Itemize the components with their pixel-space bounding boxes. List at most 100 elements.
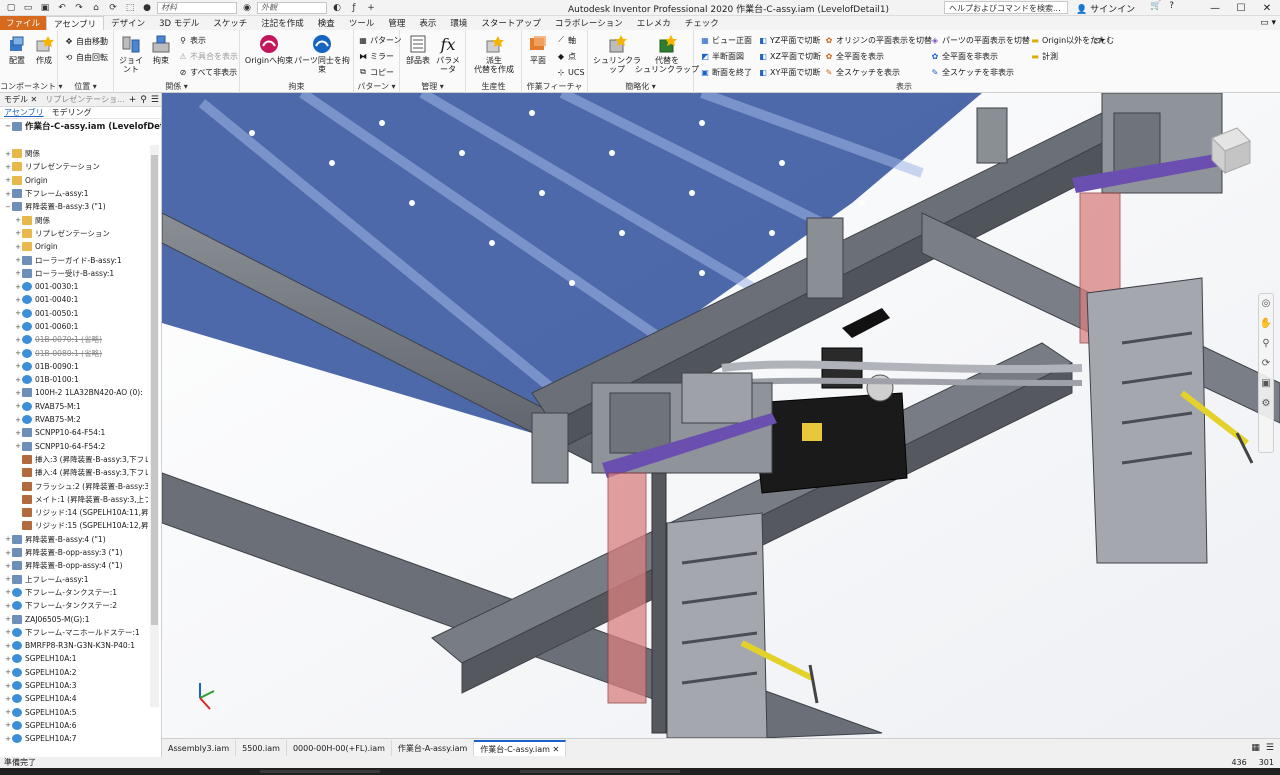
appearance-select[interactable]: 外観 (257, 1, 327, 14)
pan-icon[interactable]: ✋ (1259, 314, 1273, 334)
tree-item[interactable]: 挿入:3 (昇降装置-B-assy:3,下フレ (0, 453, 148, 466)
cart-icon[interactable]: 🛒 (1150, 1, 1161, 11)
tree-item[interactable]: + 下フレーム-assy:1 (0, 187, 148, 200)
minimize-button[interactable]: — (1202, 0, 1228, 16)
tree-item[interactable]: + 関係 (0, 147, 148, 160)
subtab-assembly[interactable]: アセンブリ (0, 107, 48, 118)
place-button[interactable]: 配置 (2, 34, 32, 65)
expand-icon[interactable]: + (4, 588, 12, 596)
expand-icon[interactable]: + (14, 376, 22, 384)
open-file-icon[interactable]: ▭ (21, 2, 35, 14)
scrollbar-thumb[interactable] (151, 155, 158, 625)
ribbon-options-button[interactable]: ⊙▾ (1094, 34, 1105, 46)
substitute-shrinkwrap-button[interactable]: 代替を シュリンクラップ (635, 34, 699, 74)
fx-icon[interactable]: ƒ (347, 2, 361, 14)
tree-item[interactable]: + SGPELH10A:7 (0, 732, 148, 745)
expand-icon[interactable]: + (14, 349, 22, 357)
tab-check[interactable]: チェック (678, 16, 726, 30)
tab-sketch[interactable]: スケッチ (206, 16, 254, 30)
yz-cut-button[interactable]: ◧ YZ平面で切断 (758, 34, 820, 46)
parameter-button[interactable]: fx パラメータ (433, 34, 463, 74)
bom-button[interactable]: 部品表 (403, 34, 433, 65)
expand-icon[interactable]: + (4, 163, 12, 171)
tree-item[interactable]: + RVAB75-M:2 (0, 413, 148, 426)
joint-button[interactable]: ジョイント (116, 34, 146, 74)
collapse-icon[interactable]: − (4, 203, 12, 211)
tree-item[interactable]: + リプレゼンテーション (0, 160, 148, 173)
tile-icon[interactable]: ▦ (1251, 743, 1260, 753)
tree-root[interactable]: − 作業台-C-assy.iam (LevelofDetai (0, 119, 161, 133)
tab-annotate[interactable]: 注記を作成 (254, 16, 311, 30)
expand-icon[interactable]: + (4, 190, 12, 198)
expand-icon[interactable]: + (4, 549, 12, 557)
color-icon[interactable]: ● (140, 2, 154, 14)
tree-item[interactable]: リジッド:14 (SGPELH10A:11,昇降装 (0, 506, 148, 519)
create-button[interactable]: 作成 (29, 34, 59, 65)
tree-item[interactable]: + 上フレーム-assy:1 (0, 573, 148, 586)
expand-icon[interactable]: + (4, 642, 12, 650)
zoom-icon[interactable]: ⚲ (1259, 334, 1273, 354)
tree-item[interactable]: + SCNPP10-64-F54:2 (0, 440, 148, 453)
update-icon[interactable]: ⟳ (106, 2, 120, 14)
tree-item[interactable]: 挿入:4 (昇降装置-B-assy:3,下フレ (0, 466, 148, 479)
tab-collaboration[interactable]: コラボレーション (548, 16, 630, 30)
tree-item[interactable]: + Origin (0, 174, 148, 187)
tab-view[interactable]: 表示 (412, 16, 443, 30)
constrain-button[interactable]: 拘束 (146, 34, 176, 65)
tree-item[interactable]: + 昇降装置-B-opp-assy:3 ("1) (0, 546, 148, 559)
menu-icon[interactable]: ☰ (151, 95, 159, 105)
close-icon[interactable]: ✕ (31, 95, 38, 104)
help-search-input[interactable]: ヘルプおよびコマンドを検索... (944, 1, 1068, 14)
end-section-button[interactable]: ▣ 断面を終了 (700, 66, 752, 78)
mirror-button[interactable]: ⧓ ミラー (358, 50, 394, 62)
tree-item[interactable]: + SCNPP10-64-F54:1 (0, 426, 148, 439)
plus-icon[interactable]: + (364, 2, 378, 14)
part-constraint-button[interactable]: パーツ同士を拘束 (294, 34, 350, 74)
tree-item[interactable]: + 下フレーム-タンクステー:1 (0, 586, 148, 599)
panel-simplify-title[interactable]: 簡略化 ▾ (588, 81, 693, 92)
tab-startup[interactable]: スタートアップ (474, 16, 548, 30)
expand-icon[interactable]: + (4, 150, 12, 158)
doctab-5500[interactable]: 5500.iam (236, 740, 287, 756)
hide-all-button[interactable]: ⊘ すべて非表示 (178, 66, 237, 78)
hide-all-planes-button[interactable]: ✿ 全平面を非表示 (930, 50, 998, 62)
show-button[interactable]: ⚲ 表示 (178, 34, 206, 46)
signin-button[interactable]: 👤 サインイン (1076, 2, 1135, 15)
tree-item[interactable]: +001-0060:1 (0, 320, 148, 333)
show-problem-button[interactable]: ⚠ 不具合を表示 (178, 50, 238, 62)
copy-button[interactable]: ⧉ コピー (358, 66, 394, 78)
part-plane-toggle-button[interactable]: ◈ パーツの平面表示を切替 (930, 34, 1030, 46)
tree-item[interactable]: + 下フレーム-タンクステー:2 (0, 599, 148, 612)
doctab-workbench-a[interactable]: 作業台-A-assy.iam (392, 740, 475, 756)
close-button[interactable]: ✕ (1254, 0, 1280, 16)
expand-icon[interactable]: + (4, 695, 12, 703)
search-icon[interactable]: ⚲ (140, 95, 147, 105)
add-icon[interactable]: + (129, 95, 137, 105)
show-all-sketch-button[interactable]: ✎ 全スケッチを表示 (824, 66, 900, 78)
tree-item[interactable]: +001-0040:1 (0, 293, 148, 306)
origin-constraint-button[interactable]: Originへ拘束 (244, 34, 294, 65)
tree-item[interactable]: +01B-0080:1 (省略) (0, 346, 148, 359)
expand-icon[interactable]: + (4, 575, 12, 583)
appearance-icon[interactable]: ◉ (240, 2, 254, 14)
expand-icon[interactable]: + (4, 708, 12, 716)
expand-icon[interactable]: + (4, 668, 12, 676)
expand-icon[interactable]: + (4, 602, 12, 610)
expand-icon[interactable]: + (14, 256, 22, 264)
tree-item[interactable]: リジッド:15 (SGPELH10A:12,昇降装 (0, 519, 148, 532)
expand-icon[interactable]: + (14, 296, 22, 304)
collapse-icon[interactable]: − (4, 122, 12, 130)
list-icon[interactable]: ☰ (1266, 743, 1274, 753)
tree-item[interactable]: − 昇降装置-B-assy:3 ("1) (0, 200, 148, 213)
expand-icon[interactable]: + (14, 362, 22, 370)
expand-icon[interactable]: + (4, 682, 12, 690)
expand-icon[interactable]: + (14, 336, 22, 344)
tab-file[interactable]: ファイル (0, 16, 47, 30)
tree-item[interactable]: + 下フレーム-マニホールドステー:1 (0, 626, 148, 639)
new-file-icon[interactable]: ▢ (4, 2, 18, 14)
expand-icon[interactable]: + (14, 229, 22, 237)
tree-item[interactable]: + BMRFP8-R3N-G3N-K3N-P40:1 (0, 639, 148, 652)
tab-design[interactable]: デザイン (104, 16, 152, 30)
expand-icon[interactable]: + (14, 389, 22, 397)
panel-relation-title[interactable]: 関係 ▾ (114, 81, 239, 92)
